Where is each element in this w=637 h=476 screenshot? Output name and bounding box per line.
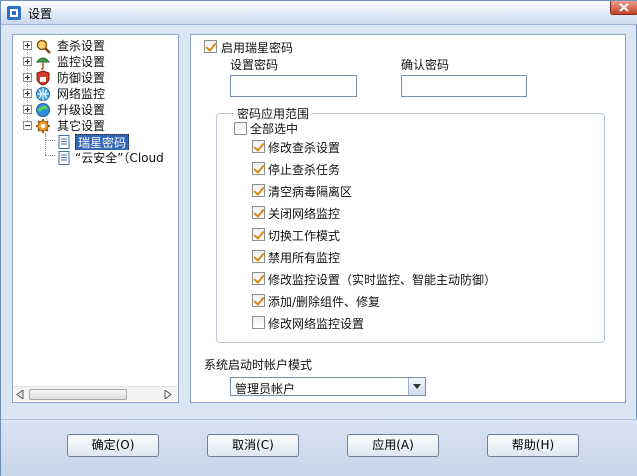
gear-icon bbox=[36, 119, 50, 133]
scroll-left-icon[interactable] bbox=[16, 390, 24, 399]
scope-option-checkbox[interactable] bbox=[252, 294, 265, 307]
scope-option-label: 停止查杀任务 bbox=[268, 163, 341, 177]
settings-app-icon bbox=[7, 6, 21, 20]
scope-option-checkbox[interactable] bbox=[252, 228, 265, 241]
expand-icon[interactable] bbox=[23, 73, 32, 82]
enable-password-checkbox[interactable] bbox=[204, 40, 217, 53]
cancel-button[interactable]: 取消(C) bbox=[207, 434, 299, 457]
confirm-password-field[interactable] bbox=[401, 75, 527, 97]
ok-button[interactable]: 确定(O) bbox=[67, 434, 159, 457]
scope-option-checkbox[interactable] bbox=[252, 140, 265, 153]
set-password-label: 设置密码 bbox=[230, 58, 279, 72]
scroll-right-icon[interactable] bbox=[164, 390, 172, 399]
scope-option-checkbox[interactable] bbox=[252, 162, 265, 175]
account-mode-value: 管理员帐户 bbox=[235, 382, 296, 396]
shield-icon bbox=[36, 70, 50, 86]
tree-item[interactable]: 其它设置 bbox=[13, 118, 178, 134]
document-icon bbox=[58, 151, 70, 165]
tree-item-label: 升级设置 bbox=[57, 103, 106, 117]
select-all-checkbox[interactable] bbox=[234, 122, 247, 135]
tree-item-label: 其它设置 bbox=[57, 119, 106, 133]
scope-option-label: 禁用所有监控 bbox=[268, 251, 341, 265]
expand-icon[interactable] bbox=[23, 57, 32, 66]
update-globe-icon bbox=[36, 103, 50, 117]
window-title: 设置 bbox=[28, 7, 53, 21]
scope-option-checkbox[interactable] bbox=[252, 184, 265, 197]
apply-button[interactable]: 应用(A) bbox=[347, 434, 439, 457]
enable-password-label: 启用瑞星密码 bbox=[221, 41, 294, 55]
tree-item[interactable]: 监控设置 bbox=[13, 54, 178, 70]
account-mode-select[interactable]: 管理员帐户 bbox=[230, 377, 426, 396]
tree-item-label: 查杀设置 bbox=[57, 39, 106, 53]
tree-item[interactable]: 查杀设置 bbox=[13, 38, 178, 54]
scrollbar-thumb[interactable] bbox=[29, 389, 127, 400]
tree-item-label: 防御设置 bbox=[57, 71, 106, 85]
settings-tree[interactable]: 查杀设置监控设置防御设置网络监控升级设置其它设置 瑞星密码 “云安全”（Cloud bbox=[12, 34, 179, 403]
tree-subitem[interactable]: 瑞星密码 bbox=[13, 134, 178, 150]
tree-item[interactable]: 升级设置 bbox=[13, 102, 178, 118]
scope-option-label: 修改监控设置（实时监控、智能主动防御） bbox=[268, 273, 497, 287]
settings-window: 设置 查杀设置监控设置防御设置网络监控升级设置其它设置 瑞星密码 “云安全”（Cl… bbox=[0, 0, 637, 476]
scope-option-checkbox[interactable] bbox=[252, 272, 265, 285]
scope-option-label: 添加/删除组件、修复 bbox=[268, 295, 381, 309]
expand-icon[interactable] bbox=[23, 89, 32, 98]
scope-option-label: 切换工作模式 bbox=[268, 229, 341, 243]
scan-icon bbox=[36, 39, 51, 54]
tree-item-label: 网络监控 bbox=[57, 87, 106, 101]
tree-subitem-label: “云安全”（Cloud bbox=[75, 151, 164, 165]
set-password-field[interactable] bbox=[230, 75, 357, 97]
scope-option-label: 清空病毒隔离区 bbox=[268, 185, 353, 199]
tree-subitem[interactable]: “云安全”（Cloud bbox=[13, 150, 178, 166]
help-button[interactable]: 帮助(H) bbox=[487, 434, 579, 457]
expand-icon[interactable] bbox=[23, 41, 32, 50]
close-button[interactable] bbox=[610, 1, 637, 15]
tree-subitem-label: 瑞星密码 bbox=[75, 134, 130, 150]
scope-option-checkbox[interactable] bbox=[252, 316, 265, 329]
tree-item-label: 监控设置 bbox=[57, 55, 106, 69]
tree-horizontal-scrollbar[interactable] bbox=[14, 386, 177, 401]
confirm-password-label: 确认密码 bbox=[401, 58, 450, 72]
expand-icon[interactable] bbox=[23, 105, 32, 114]
tree-item[interactable]: 网络监控 bbox=[13, 86, 178, 102]
scope-option-checkbox[interactable] bbox=[252, 206, 265, 219]
collapse-icon[interactable] bbox=[23, 121, 32, 130]
select-all-label: 全部选中 bbox=[250, 122, 299, 136]
title-bar[interactable]: 设置 bbox=[1, 1, 637, 25]
password-settings-panel: 启用瑞星密码 设置密码 确认密码 密码应用范围 全部选中 修改查杀设置 停止查杀任… bbox=[190, 34, 626, 403]
chevron-down-icon[interactable] bbox=[408, 378, 425, 395]
document-icon bbox=[58, 135, 70, 149]
tree-item[interactable]: 防御设置 bbox=[13, 70, 178, 86]
network-globe-icon bbox=[36, 87, 50, 101]
close-icon bbox=[619, 3, 629, 12]
scope-option-label: 关闭网络监控 bbox=[268, 207, 341, 221]
scope-option-label: 修改网络监控设置 bbox=[268, 317, 365, 331]
scope-option-label: 修改查杀设置 bbox=[268, 141, 341, 155]
dialog-button-bar: 确定(O) 取消(C) 应用(A) 帮助(H) bbox=[1, 419, 637, 476]
scope-option-checkbox[interactable] bbox=[252, 250, 265, 263]
account-mode-label: 系统启动时帐户模式 bbox=[204, 358, 313, 372]
monitor-umbrella-icon bbox=[35, 57, 51, 70]
